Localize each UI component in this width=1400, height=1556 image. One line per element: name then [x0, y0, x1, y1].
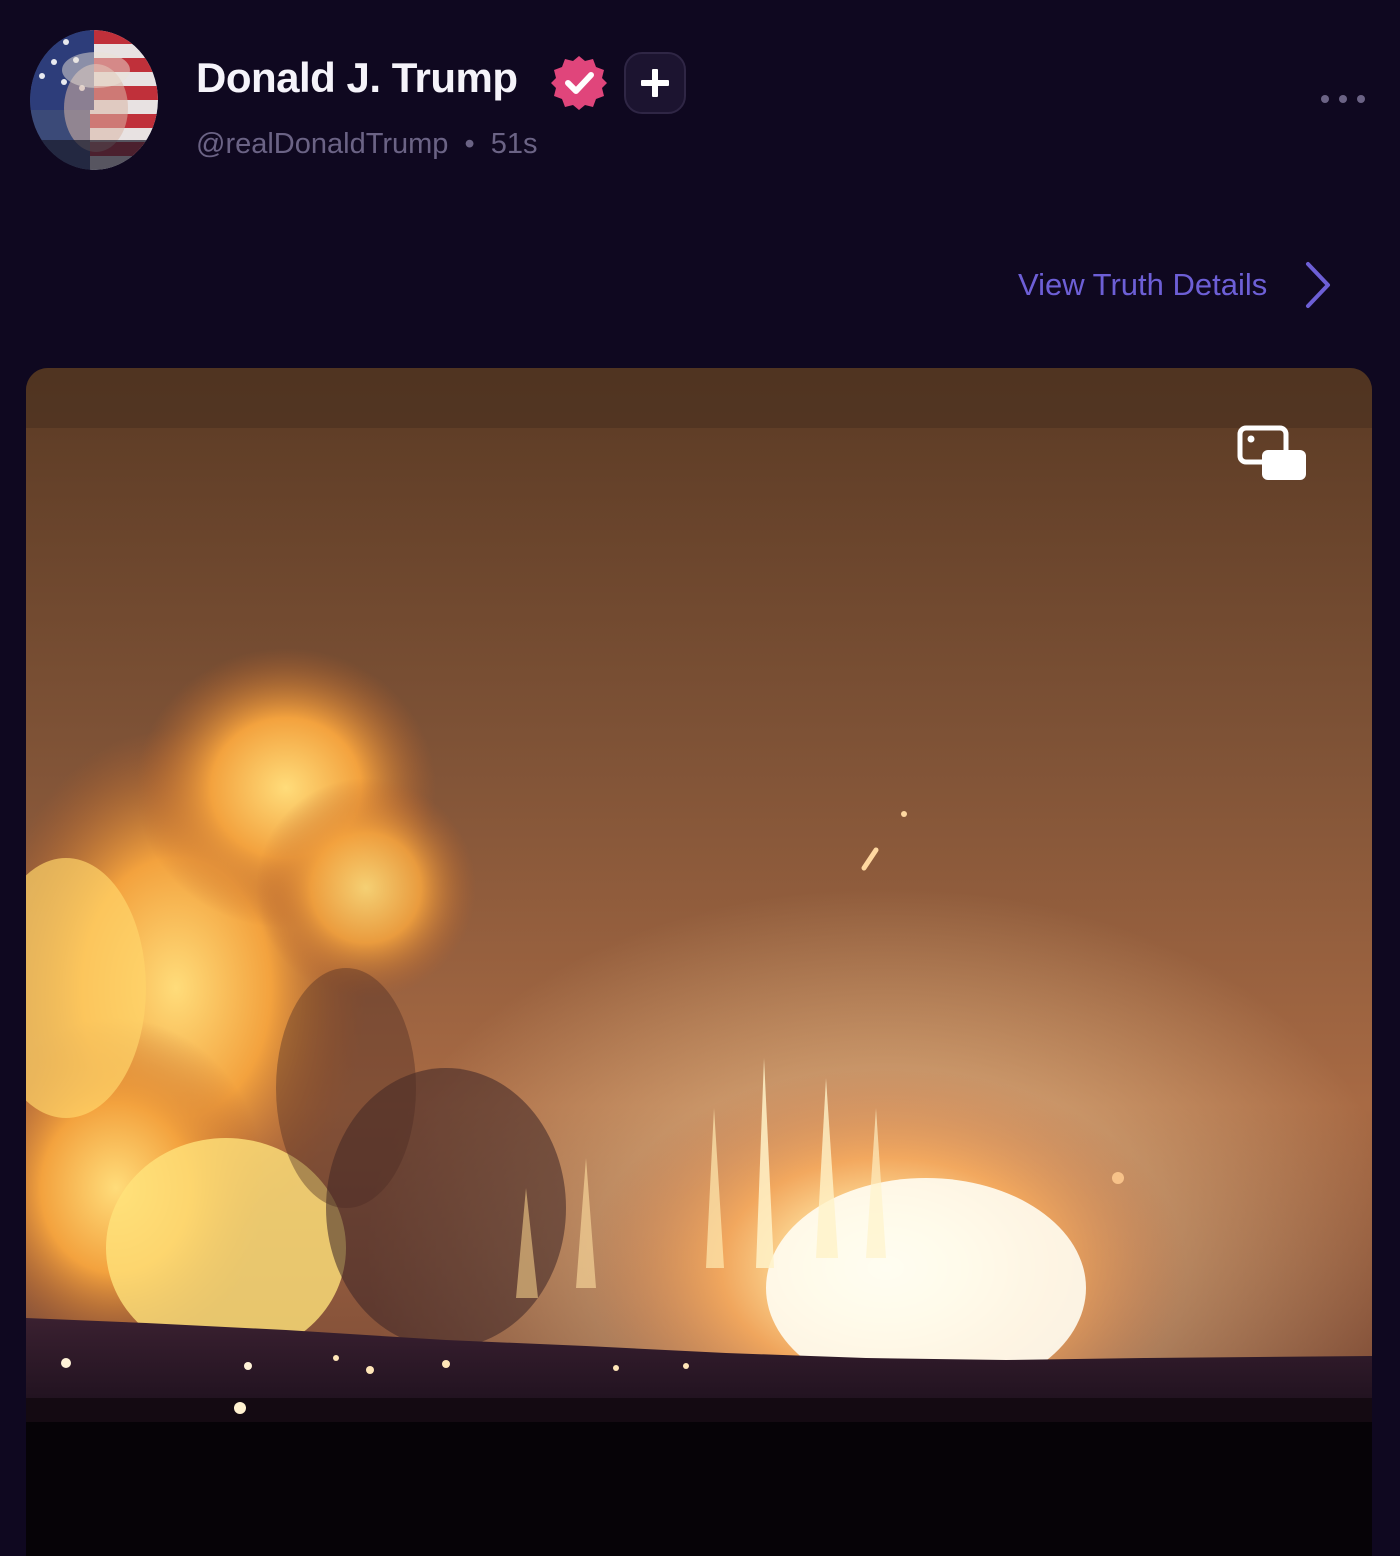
view-truth-details-link[interactable]: View Truth Details	[1018, 258, 1333, 312]
avatar-image	[30, 30, 158, 170]
post-timestamp[interactable]: 51s	[491, 128, 538, 160]
view-truth-details-label: View Truth Details	[1018, 267, 1268, 302]
more-options-button[interactable]	[1316, 84, 1370, 114]
plus-icon	[641, 69, 669, 97]
author-name[interactable]: Donald J. Trump	[196, 54, 518, 102]
post-card: Donald J. Trump @realDonaldTrump • 51s V…	[0, 0, 1400, 1556]
picture-in-picture-icon	[1237, 425, 1306, 480]
picture-in-picture-button[interactable]	[1234, 420, 1314, 492]
meta-separator: •	[464, 128, 475, 160]
video-letterbox	[26, 1422, 1372, 1556]
video-frame-explosion	[26, 368, 1372, 1422]
chevron-right-icon	[1306, 262, 1331, 308]
ellipsis-icon	[1321, 95, 1365, 103]
author-meta: @realDonaldTrump • 51s	[196, 128, 537, 161]
follow-button[interactable]	[624, 52, 686, 114]
post-media-video[interactable]	[26, 368, 1372, 1556]
verified-badge-icon	[550, 54, 608, 112]
avatar[interactable]	[30, 30, 158, 170]
author-handle[interactable]: @realDonaldTrump	[196, 128, 448, 160]
